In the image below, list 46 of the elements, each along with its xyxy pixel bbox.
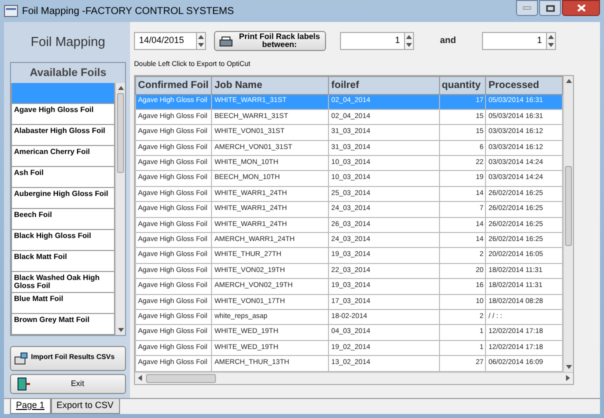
scrollbar-thumb[interactable] (565, 166, 572, 246)
import-icon (14, 352, 28, 365)
and-label: and (440, 34, 456, 48)
column-header[interactable]: Processed (486, 76, 562, 94)
sidebar-title: Foil Mapping (30, 33, 106, 51)
scrollbar[interactable] (115, 83, 125, 335)
down-arrow-icon[interactable] (406, 42, 412, 48)
window-title: Foil Mapping -FACTORY CONTROL SYSTEMS (22, 4, 234, 18)
scrollbar-thumb[interactable] (146, 374, 216, 383)
maximize-button[interactable] (539, 0, 561, 16)
minimize-icon (523, 6, 531, 10)
printer-icon (219, 36, 233, 46)
range-to-field[interactable]: 1 (482, 32, 546, 50)
scrollbar-thumb[interactable] (117, 93, 124, 173)
up-arrow-icon[interactable] (406, 34, 412, 40)
list-heading: Available Foils (28, 66, 108, 80)
up-arrow-icon[interactable] (548, 34, 554, 40)
exit-button[interactable]: Exit (10, 374, 126, 394)
exit-icon (17, 377, 31, 391)
maximize-icon (546, 4, 554, 12)
column-header[interactable]: quantity (439, 76, 486, 94)
date-field[interactable]: 14/04/2015 (134, 32, 196, 50)
up-arrow-icon[interactable] (118, 85, 124, 91)
scrollbar[interactable] (563, 76, 573, 372)
horizontal-scrollbar[interactable] (135, 372, 573, 384)
close-button[interactable] (562, 0, 600, 16)
app-icon (4, 5, 18, 17)
column-header[interactable]: foilref (328, 76, 440, 94)
print-button[interactable]: Print Foil Rack labels between: (214, 31, 326, 51)
tab[interactable]: Export to CSV (50, 399, 120, 414)
spin-buttons[interactable] (546, 32, 556, 50)
range-from-field[interactable]: 1 (340, 32, 404, 50)
up-arrow-icon[interactable] (198, 34, 204, 40)
spin-buttons[interactable] (404, 32, 414, 50)
down-arrow-icon[interactable] (118, 327, 124, 333)
down-arrow-icon[interactable] (198, 42, 204, 48)
up-arrow-icon[interactable] (566, 78, 572, 84)
tab[interactable]: Page 1 (10, 399, 51, 414)
close-icon (576, 4, 586, 12)
column-header[interactable]: Confirmed Foil (136, 76, 212, 94)
down-arrow-icon[interactable] (548, 42, 554, 48)
column-header[interactable]: Job Name (212, 76, 329, 94)
left-arrow-icon[interactable] (137, 375, 143, 382)
spin-buttons[interactable] (196, 32, 206, 50)
down-arrow-icon[interactable] (566, 364, 572, 370)
right-arrow-icon[interactable] (565, 375, 571, 382)
